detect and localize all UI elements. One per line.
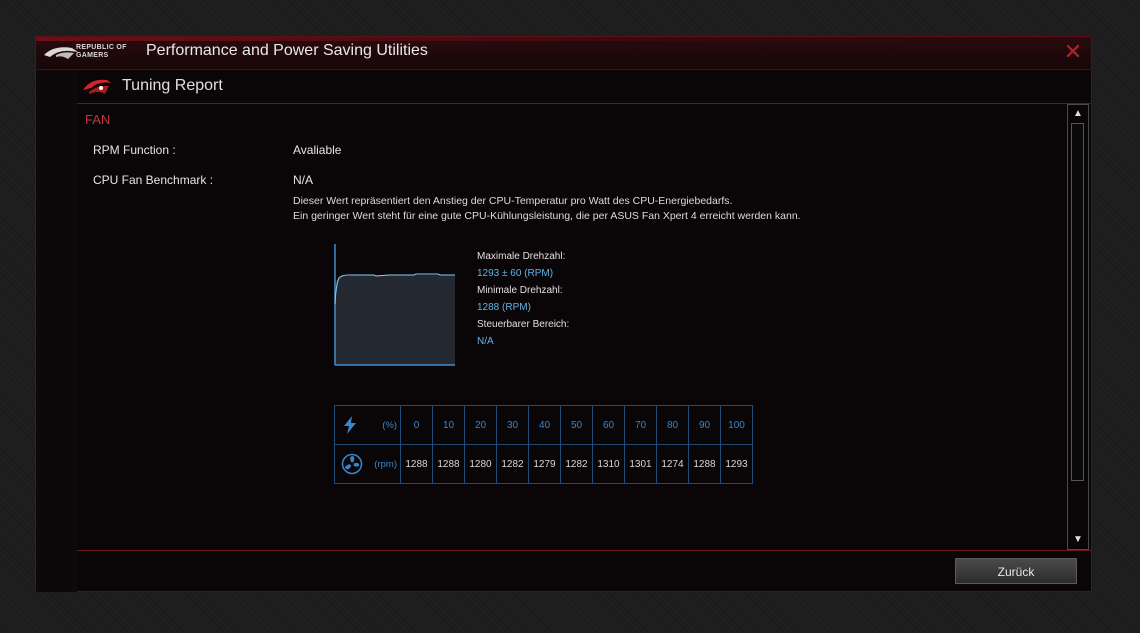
rpm-cell: 1282 (560, 444, 593, 484)
min-speed-label: Minimale Drehzahl: (477, 285, 563, 296)
percent-unit: (%) (382, 419, 397, 431)
rpm-cell: 1288 (432, 444, 465, 484)
percent-cell: 50 (560, 405, 593, 445)
back-button[interactable]: Zurück (955, 558, 1077, 584)
rpm-unit: (rpm) (374, 458, 397, 470)
window-title: Performance and Power Saving Utilities (146, 42, 428, 59)
max-speed-value: 1293 ± 60 (RPM) (477, 268, 554, 279)
app-window: REPUBLIC OF GAMERS Performance and Power… (35, 36, 1092, 592)
description-line2: Ein geringer Wert steht für eine gute CP… (293, 210, 801, 222)
rpm-cell: 1280 (464, 444, 497, 484)
percent-cell: 90 (688, 405, 721, 445)
rpm-function-value: Avaliable (293, 143, 342, 157)
benchmark-value: N/A (293, 173, 314, 187)
percent-cell: 40 (528, 405, 561, 445)
vertical-scrollbar[interactable]: ▲ ▼ (1067, 104, 1089, 550)
rpm-cell: 1279 (528, 444, 561, 484)
scroll-down-icon[interactable]: ▼ (1070, 533, 1086, 547)
rog-eye-icon (83, 79, 111, 94)
percent-cell: 70 (624, 405, 657, 445)
scroll-thumb[interactable] (1071, 123, 1084, 481)
close-icon[interactable]: ✕ (1063, 41, 1083, 63)
benchmark-label: CPU Fan Benchmark : (93, 173, 214, 187)
fan-icon (341, 453, 363, 475)
percent-row: (%) 0 10 20 30 40 50 60 70 80 90 100 (334, 405, 753, 445)
percent-cell: 100 (720, 405, 753, 445)
logo-text-line1: REPUBLIC OF (76, 44, 127, 51)
rpm-header-cell: (rpm) (334, 444, 401, 484)
rpm-cell: 1310 (592, 444, 625, 484)
left-strip (36, 70, 77, 592)
fan-speed-table: (%) 0 10 20 30 40 50 60 70 80 90 100 (rp… (334, 405, 753, 484)
rpm-row: (rpm) 1288 1288 1280 1282 1279 1282 1310… (334, 444, 753, 484)
description-line1: Dieser Wert repräsentiert den Anstieg de… (293, 195, 733, 207)
percent-cell: 30 (496, 405, 529, 445)
logo-text-line2: GAMERS (76, 52, 109, 59)
rpm-cell: 1293 (720, 444, 753, 484)
lightning-icon (344, 416, 356, 434)
report-content: FAN RPM Function : Avaliable CPU Fan Ben… (77, 104, 1067, 550)
percent-header-cell: (%) (334, 405, 401, 445)
page-title: Tuning Report (122, 77, 223, 94)
rpm-cell: 1282 (496, 444, 529, 484)
fan-rpm-graph (334, 244, 455, 366)
percent-cell: 0 (400, 405, 433, 445)
fan-stats: Maximale Drehzahl: 1293 ± 60 (RPM) Minim… (477, 248, 569, 350)
percent-cell: 60 (592, 405, 625, 445)
rpm-cell: 1288 (400, 444, 433, 484)
max-speed-label: Maximale Drehzahl: (477, 251, 566, 262)
footer-divider (77, 550, 1091, 551)
rpm-cell: 1288 (688, 444, 721, 484)
control-range-label: Steuerbarer Bereich: (477, 319, 570, 330)
scroll-up-icon[interactable]: ▲ (1070, 107, 1086, 121)
rpm-cell: 1274 (656, 444, 689, 484)
subheader: Tuning Report (77, 70, 1091, 104)
title-bar[interactable]: REPUBLIC OF GAMERS Performance and Power… (36, 37, 1091, 70)
percent-cell: 10 (432, 405, 465, 445)
rpm-cell: 1301 (624, 444, 657, 484)
percent-cell: 20 (464, 405, 497, 445)
min-speed-value: 1288 (RPM) (477, 302, 531, 313)
rog-logo-text: REPUBLIC OF GAMERS (76, 44, 127, 60)
rpm-function-label: RPM Function : (93, 143, 176, 157)
control-range-value: N/A (477, 336, 494, 347)
benchmark-description: Dieser Wert repräsentiert den Anstieg de… (293, 194, 801, 224)
percent-cell: 80 (656, 405, 689, 445)
section-label-fan: FAN (85, 112, 111, 127)
